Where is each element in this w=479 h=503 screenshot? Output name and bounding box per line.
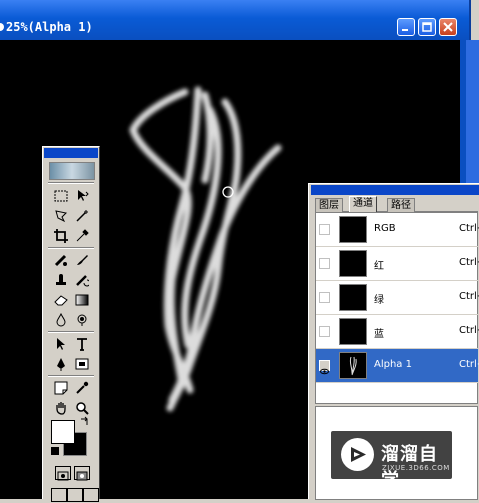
channel-thumbnail bbox=[339, 352, 367, 379]
channel-shortcut: Ctrl+ bbox=[459, 291, 479, 302]
watermark: 溜溜自学 ZIXUE.3D66.COM bbox=[331, 431, 452, 491]
notes-icon[interactable] bbox=[51, 379, 70, 397]
shape-icon[interactable] bbox=[72, 355, 91, 373]
standard-mode-icon bbox=[57, 471, 69, 481]
photoshop-logo-icon[interactable] bbox=[49, 162, 95, 180]
channel-shortcut: Ctrl+ bbox=[459, 359, 479, 370]
document-title-bar[interactable]: 25%(Alpha 1) bbox=[0, 0, 471, 40]
magic-wand-icon[interactable] bbox=[72, 207, 91, 225]
maximize-button[interactable] bbox=[418, 18, 436, 36]
channel-shortcut: Ctrl+ bbox=[459, 257, 479, 268]
tab-layers[interactable]: 图层 bbox=[315, 198, 343, 212]
minimize-button[interactable] bbox=[397, 18, 415, 36]
channel-row-rgb[interactable]: RGB Ctrl+ bbox=[316, 213, 479, 247]
app-icon bbox=[0, 23, 4, 31]
default-colors-icon[interactable] bbox=[51, 447, 59, 455]
channel-shortcut: Ctrl+ bbox=[459, 223, 479, 234]
channel-shortcut: Ctrl+ bbox=[459, 325, 479, 336]
close-icon bbox=[443, 22, 453, 32]
swap-colors-icon[interactable] bbox=[79, 415, 91, 427]
channel-row-green[interactable]: 绿 Ctrl+ bbox=[316, 281, 479, 315]
blur-icon[interactable] bbox=[51, 311, 70, 329]
foreground-color-swatch[interactable] bbox=[51, 420, 75, 444]
eye-icon bbox=[320, 368, 329, 375]
screen-mode-standard-button[interactable] bbox=[51, 488, 67, 502]
standard-mode-button[interactable] bbox=[55, 466, 71, 481]
visibility-toggle[interactable] bbox=[319, 224, 330, 235]
channel-thumbnail bbox=[339, 216, 367, 243]
path-select-icon[interactable] bbox=[51, 335, 70, 353]
watermark-logo-icon bbox=[341, 438, 374, 471]
channel-name: 红 bbox=[374, 261, 384, 272]
channel-list: RGB Ctrl+ 红 Ctrl+ 绿 Ctrl+ 蓝 Ctrl+ bbox=[315, 212, 479, 404]
channel-thumbnail bbox=[339, 250, 367, 277]
channel-row-alpha-1[interactable]: Alpha 1 Ctrl+ bbox=[316, 349, 479, 383]
move-icon[interactable] bbox=[72, 187, 91, 205]
quick-mask-button[interactable] bbox=[74, 466, 90, 481]
maximize-icon bbox=[422, 22, 432, 32]
visibility-toggle[interactable] bbox=[319, 360, 330, 375]
gradient-icon[interactable] bbox=[72, 291, 91, 309]
toolbox-divider bbox=[48, 247, 94, 249]
eyedropper-slice-icon[interactable] bbox=[72, 227, 91, 245]
channel-name: Alpha 1 bbox=[374, 359, 412, 370]
panel-title-bar[interactable] bbox=[311, 185, 479, 195]
channel-name: RGB bbox=[374, 223, 396, 234]
clone-stamp-icon[interactable] bbox=[51, 271, 70, 289]
channel-row-red[interactable]: 红 Ctrl+ bbox=[316, 247, 479, 281]
toolbox-title-bar[interactable] bbox=[44, 148, 98, 158]
screen-mode-full-button[interactable] bbox=[83, 488, 99, 502]
toolbox-divider bbox=[48, 375, 94, 377]
eyedropper-icon[interactable] bbox=[72, 379, 91, 397]
marquee-icon[interactable] bbox=[51, 187, 70, 205]
minimize-icon bbox=[402, 29, 408, 31]
lasso-icon[interactable] bbox=[51, 207, 70, 225]
screen-mode-full-menu-button[interactable] bbox=[67, 488, 83, 502]
channel-row-blue[interactable]: 蓝 Ctrl+ bbox=[316, 315, 479, 349]
channel-thumbnail bbox=[339, 318, 367, 345]
history-brush-icon[interactable] bbox=[72, 271, 91, 289]
quick-mask-icon bbox=[76, 471, 88, 481]
visibility-toggle[interactable] bbox=[319, 258, 330, 269]
dodge-icon[interactable] bbox=[72, 311, 91, 329]
panel-tabs: 图层 通道 路径 bbox=[315, 196, 478, 212]
healing-brush-icon[interactable] bbox=[51, 251, 70, 269]
eraser-icon[interactable] bbox=[51, 291, 70, 309]
document-title: 25%(Alpha 1) bbox=[6, 20, 93, 34]
hand-icon[interactable] bbox=[51, 399, 70, 417]
close-button[interactable] bbox=[439, 18, 457, 36]
watermark-url: ZIXUE.3D66.COM bbox=[382, 464, 450, 472]
tab-paths[interactable]: 路径 bbox=[387, 198, 415, 212]
toolbox-divider bbox=[48, 331, 94, 333]
channel-name: 蓝 bbox=[374, 329, 384, 340]
alpha-thumbnail-artwork bbox=[349, 356, 357, 376]
toolbox-divider bbox=[48, 182, 94, 184]
crop-icon[interactable] bbox=[51, 227, 70, 245]
toolbox-panel bbox=[42, 146, 100, 502]
type-icon[interactable] bbox=[72, 335, 91, 353]
visibility-toggle[interactable] bbox=[319, 292, 330, 303]
visibility-toggle[interactable] bbox=[319, 326, 330, 337]
brush-icon[interactable] bbox=[72, 251, 91, 269]
pen-icon[interactable] bbox=[51, 355, 70, 373]
channel-name: 绿 bbox=[374, 295, 384, 306]
tab-channels[interactable]: 通道 bbox=[349, 196, 377, 212]
channel-thumbnail bbox=[339, 284, 367, 311]
